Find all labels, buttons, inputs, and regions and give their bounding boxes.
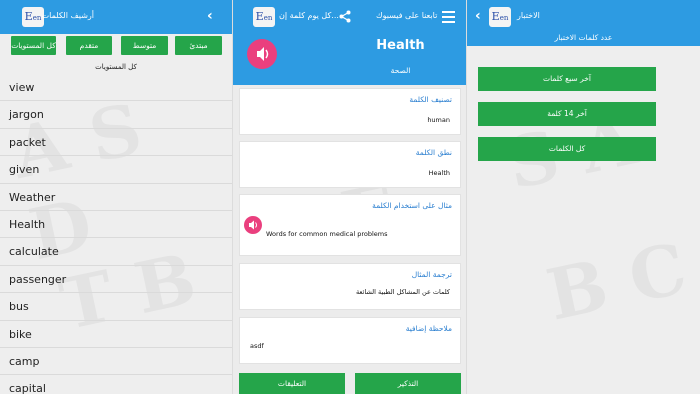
share-icon[interactable]: [339, 10, 351, 23]
card-value: asdf: [250, 342, 264, 350]
card-heading: ترجمة المثال: [411, 270, 452, 279]
speaker-icon[interactable]: [244, 216, 262, 234]
speaker-icon[interactable]: [247, 39, 277, 69]
quiz-screen: S A B C ‹ Een الاختبار عدد كلمات الاختبا…: [467, 0, 700, 394]
word-example-card: مثال على استخدام الكلمة Words for common…: [239, 194, 461, 256]
selected-level-label: كل المستويات: [95, 63, 137, 71]
archive-top-bar: ‹ Een أرشيف الكلمات: [0, 0, 232, 34]
card-heading: نطق الكلمة: [415, 148, 452, 157]
hamburger-menu-icon[interactable]: [442, 11, 455, 26]
word-list-item[interactable]: capital: [0, 375, 232, 394]
word-pronunciation-card: نطق الكلمة Health: [239, 141, 461, 188]
quiz-last-seven-button[interactable]: آخر سبع كلمات: [478, 67, 656, 91]
word-list-item[interactable]: bus: [0, 293, 232, 321]
chevron-left-icon[interactable]: ‹: [207, 8, 213, 24]
quiz-last-fourteen-button[interactable]: آخر 14 كلمة: [478, 102, 656, 126]
example-translation-card: ترجمة المثال كلمات عن المشاكل الطبية الش…: [239, 263, 461, 310]
facebook-follow-link[interactable]: تابعنا على فيسبوك: [376, 11, 437, 20]
card-heading: مثال على استخدام الكلمة: [372, 201, 452, 210]
word-detail-screen: C E تابعنا على فيسبوك كل يوم كلمة إن... …: [233, 0, 466, 394]
word-list-item[interactable]: packet: [0, 129, 232, 157]
word-list-item[interactable]: camp: [0, 348, 232, 376]
word-list-item[interactable]: Health: [0, 211, 232, 239]
word-list-item[interactable]: jargon: [0, 101, 232, 129]
daily-word-title: كل يوم كلمة إن...: [279, 11, 339, 20]
word-header: Health الصحة: [233, 34, 466, 85]
level-beginner-button[interactable]: مبتدئ: [175, 36, 222, 55]
word-list: view jargon packet given Weather Health …: [0, 74, 232, 394]
reminder-button[interactable]: التذكير: [355, 373, 461, 394]
level-advanced-button[interactable]: متقدم: [66, 36, 112, 55]
detail-top-bar: تابعنا على فيسبوك كل يوم كلمة إن... Een: [233, 0, 466, 34]
en-logo-icon: Een: [489, 7, 511, 27]
archive-screen: A S D T B ‹ Een أرشيف الكلمات كل المستوي…: [0, 0, 232, 394]
card-heading: ملاحظة إضافية: [405, 324, 452, 333]
word-list-item[interactable]: passenger: [0, 266, 232, 294]
chevron-left-icon[interactable]: ‹: [475, 8, 481, 24]
word-list-item[interactable]: view: [0, 74, 232, 102]
en-logo-icon: Een: [253, 7, 275, 27]
quiz-title: الاختبار: [517, 11, 540, 20]
word-title: Health: [376, 38, 425, 53]
word-category-card: تصنيف الكلمة human: [239, 88, 461, 135]
comments-button[interactable]: التعليقات: [239, 373, 345, 394]
word-list-item[interactable]: given: [0, 156, 232, 184]
card-value: كلمات عن المشاكل الطبية الشائعة: [355, 288, 450, 296]
card-heading: تصنيف الكلمة: [409, 95, 452, 104]
archive-title: أرشيف الكلمات: [41, 11, 94, 20]
quiz-top-bar: ‹ Een الاختبار: [467, 0, 700, 34]
quiz-all-words-button[interactable]: كل الكلمات: [478, 137, 656, 161]
level-all-button[interactable]: كل المستويات: [11, 36, 56, 55]
card-value: Words for common medical problems: [266, 230, 388, 238]
additional-note-card: ملاحظة إضافية asdf: [239, 317, 461, 364]
word-list-item[interactable]: Weather: [0, 184, 232, 211]
word-list-item[interactable]: bike: [0, 321, 232, 348]
quiz-word-count-header: عدد كلمات الاختبار: [467, 34, 700, 46]
word-list-item[interactable]: calculate: [0, 238, 232, 266]
card-value: Health: [428, 169, 450, 177]
card-value: human: [427, 116, 450, 124]
background-letters: B C: [540, 226, 693, 336]
level-intermediate-button[interactable]: متوسط: [121, 36, 168, 55]
word-translation: الصحة: [390, 66, 411, 75]
